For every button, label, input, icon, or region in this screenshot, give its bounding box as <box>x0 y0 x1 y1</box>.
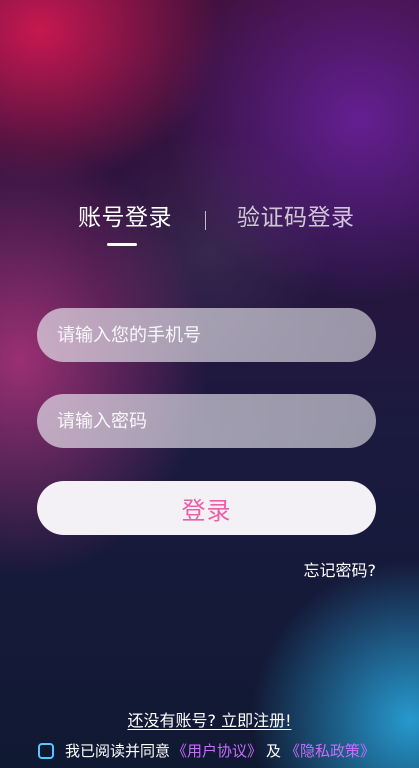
active-tab-underline <box>107 243 137 246</box>
background <box>0 0 419 768</box>
login-tabs: 账号登录 验证码登录 <box>0 204 419 254</box>
user-agreement-link[interactable]: 《用户协议》 <box>172 741 262 761</box>
phone-input[interactable] <box>37 308 376 362</box>
privacy-policy-link[interactable]: 《隐私政策》 <box>285 741 375 761</box>
agreement-row: 我已阅读并同意 《用户协议》 及 《隐私政策》 <box>38 741 375 761</box>
forgot-password-link[interactable]: 忘记密码? <box>304 557 377 581</box>
password-input[interactable] <box>37 394 376 448</box>
login-button[interactable]: 登录 <box>37 481 376 535</box>
phone-input-wrapper <box>37 308 376 362</box>
agreement-and-text: 及 <box>266 742 282 760</box>
register-link[interactable]: 还没有账号? 立即注册! <box>0 707 419 731</box>
tab-divider <box>205 211 206 230</box>
tab-code-login[interactable]: 验证码登录 <box>237 204 355 244</box>
tab-account-login[interactable]: 账号登录 <box>78 204 172 244</box>
agreement-checkbox[interactable] <box>38 743 54 759</box>
password-input-wrapper <box>37 394 376 448</box>
agreement-text: 我已阅读并同意 <box>65 742 171 760</box>
